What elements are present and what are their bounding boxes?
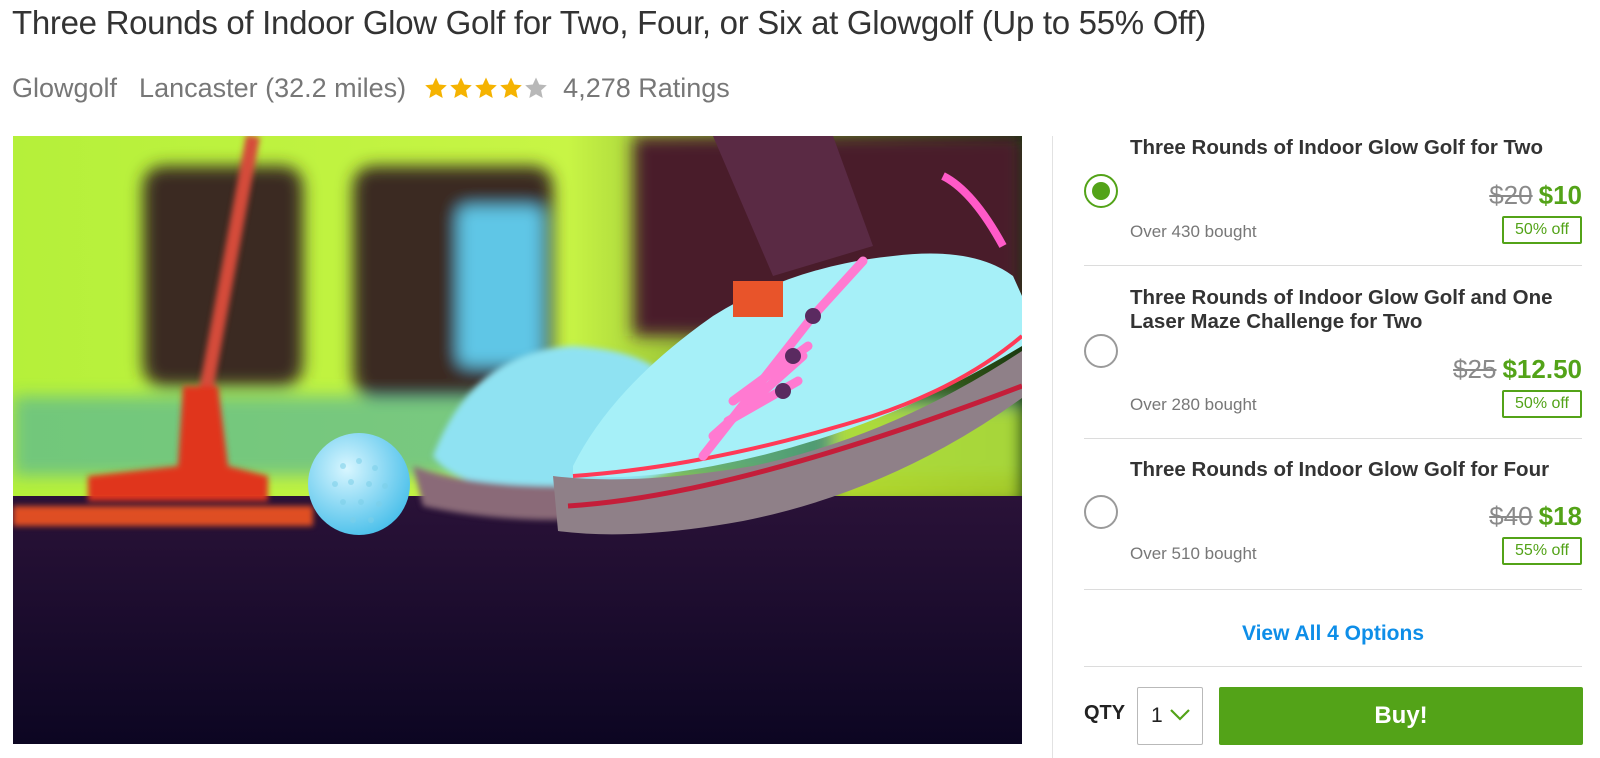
merchant-name[interactable]: Glowgolf [12,73,117,104]
deal-meta: Glowgolf Lancaster (32.2 miles) 4,278 Ra… [12,70,730,106]
glow-golf-photo [13,136,1022,744]
chevron-down-icon [1170,709,1190,721]
buy-button[interactable]: Buy! [1219,687,1583,745]
original-price: $40 [1489,501,1533,531]
option-price-2: $25 $12.50 [1453,354,1582,385]
option-title-2: Three Rounds of Indoor Glow Golf and One… [1130,286,1553,333]
deal-hero-image[interactable] [13,136,1022,744]
option-radio-2[interactable] [1084,334,1118,368]
merchant-location[interactable]: Lancaster (32.2 miles) [139,73,406,104]
quantity-value: 1 [1151,704,1163,727]
option-bought-count-2: Over 280 bought [1130,395,1257,414]
star-empty-icon [525,77,547,98]
star-icon [425,77,447,98]
option-bought-count-1: Over 430 bought [1130,222,1257,241]
star-icon [475,77,497,98]
qty-label: QTY [1084,702,1126,724]
sale-price: $18 [1538,501,1582,531]
option-price-1: $20 $10 [1489,180,1582,211]
sale-price: $10 [1538,180,1582,210]
original-price: $25 [1453,354,1497,384]
column-divider [1052,136,1053,758]
option-item-1[interactable]: Three Rounds of Indoor Glow Golf for Two… [1084,136,1582,266]
option-price-3: $40 $18 [1489,501,1582,532]
option-title-1: Three Rounds of Indoor Glow Golf for Two [1130,136,1543,159]
discount-badge-3: 55% off [1502,537,1582,565]
star-icon [450,77,472,98]
sale-price: $12.50 [1502,354,1582,384]
discount-badge-1: 50% off [1502,216,1582,244]
star-rating[interactable] [424,76,549,100]
original-price: $20 [1489,180,1533,210]
ratings-count[interactable]: 4,278 Ratings [563,73,730,104]
option-radio-3[interactable] [1084,495,1118,529]
deal-title: Three Rounds of Indoor Glow Golf for Two… [12,4,1206,41]
star-icon [500,77,522,98]
quantity-select[interactable]: 1 [1137,687,1203,745]
option-item-3[interactable]: Three Rounds of Indoor Glow Golf for Fou… [1084,440,1582,590]
view-all-options-link[interactable]: View All 4 Options [1084,601,1582,667]
option-bought-count-3: Over 510 bought [1130,544,1257,563]
option-radio-1[interactable] [1084,174,1118,208]
option-title-3: Three Rounds of Indoor Glow Golf for Fou… [1130,458,1550,481]
discount-badge-2: 50% off [1502,390,1582,418]
option-item-2[interactable]: Three Rounds of Indoor Glow Golf and One… [1084,267,1582,439]
